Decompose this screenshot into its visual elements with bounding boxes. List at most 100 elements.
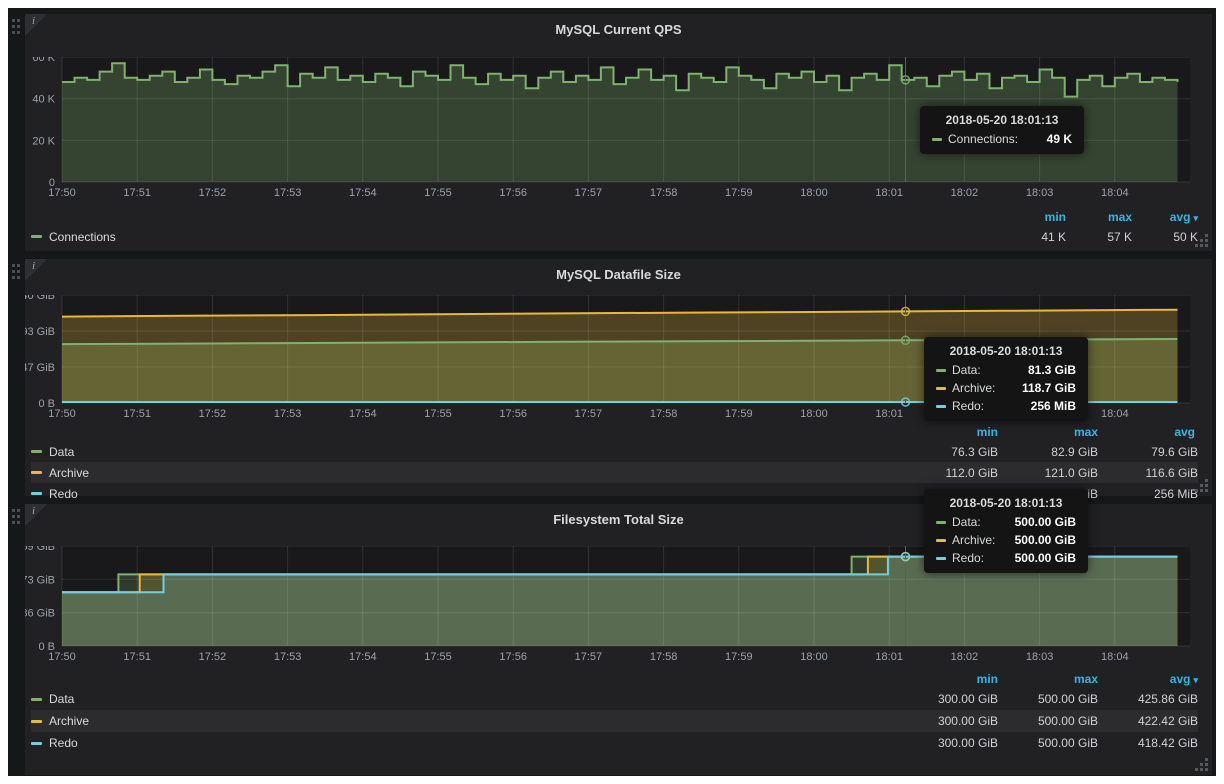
stat-max: 500.00 GiB: [998, 736, 1098, 750]
panel-title[interactable]: MySQL Current QPS: [25, 20, 1212, 40]
legend: min max avg▾ Connections 41 K 57 K 50 K: [25, 208, 1212, 247]
x-tick-label: 17:58: [650, 651, 678, 663]
stat-min: 300.00 GiB: [898, 692, 998, 706]
stat-max: 500.00 GiB: [998, 714, 1098, 728]
x-tick-label: 17:59: [725, 187, 753, 199]
x-tick-label: 17:56: [499, 408, 527, 420]
panel-resize-handle[interactable]: [1205, 489, 1208, 492]
series-label-connections[interactable]: Connections: [49, 230, 116, 244]
legend-row-data: Data 76.3 GiB 82.9 GiB 79.6 GiB: [31, 441, 1198, 462]
series-label-archive[interactable]: Archive: [49, 714, 89, 728]
panel-resize-handle[interactable]: [1205, 244, 1208, 247]
stat-max: 500.00 GiB: [998, 692, 1098, 706]
legend-sort-max[interactable]: max: [1066, 210, 1132, 224]
tooltip-row: Redo: 256 MiB: [936, 399, 1076, 413]
tooltip-timestamp: 2018-05-20 18:01:13: [936, 344, 1076, 358]
panel-info-corner[interactable]: [25, 504, 47, 526]
x-tick-label: 17:57: [575, 408, 603, 420]
info-icon[interactable]: i: [32, 260, 35, 272]
x-tick-label: 18:00: [800, 651, 828, 663]
x-tick-label: 17:54: [349, 408, 377, 420]
series-color-dash-icon: [936, 405, 946, 408]
y-tick-label: 93 GiB: [25, 326, 55, 338]
legend-sort-max[interactable]: max: [998, 672, 1098, 686]
series-color-dash-icon: [936, 539, 946, 542]
series-color-dash-icon[interactable]: [31, 720, 42, 723]
legend-sort-max[interactable]: max: [998, 425, 1098, 439]
tooltip-row: Redo: 500.00 GiB: [936, 551, 1076, 565]
row-drag-handle[interactable]: [12, 19, 15, 22]
tooltip-series-value: 49 K: [1030, 132, 1072, 146]
stat-min: 76.3 GiB: [898, 445, 998, 459]
info-icon[interactable]: i: [32, 505, 35, 517]
tooltip-timestamp: 2018-05-20 18:01:13: [932, 113, 1072, 127]
y-tick-label: 559 GiB: [25, 546, 55, 553]
legend-sort-min[interactable]: min: [898, 425, 998, 439]
series-label-data[interactable]: Data: [49, 692, 74, 706]
tooltip-series-label: Data:: [952, 363, 981, 377]
legend-sort-min[interactable]: min: [1000, 210, 1066, 224]
tooltip-timestamp: 2018-05-20 18:01:13: [936, 496, 1076, 510]
y-tick-label: 186 GiB: [25, 608, 55, 620]
legend-row-data: Data 300.00 GiB 500.00 GiB 425.86 GiB: [31, 688, 1198, 710]
panel-resize-handle[interactable]: [1205, 768, 1208, 771]
avg-label: avg: [1170, 672, 1191, 686]
series-label-archive[interactable]: Archive: [49, 466, 89, 480]
x-tick-label: 17:54: [349, 651, 377, 663]
x-tick-label: 17:57: [575, 187, 603, 199]
spacer: [25, 285, 1212, 295]
x-tick-label: 17:52: [199, 187, 227, 199]
series-color-dash-icon[interactable]: [31, 235, 42, 238]
stat-avg: 79.6 GiB: [1098, 445, 1198, 459]
series-color-dash-icon[interactable]: [31, 492, 42, 495]
legend-sort-min[interactable]: min: [898, 672, 998, 686]
series-color-dash-icon[interactable]: [31, 698, 42, 701]
x-tick-label: 17:55: [424, 408, 452, 420]
series-color-dash-icon[interactable]: [31, 471, 42, 474]
tooltip-row: Data: 81.3 GiB: [936, 363, 1076, 377]
row-drag-handle[interactable]: [12, 264, 15, 267]
y-tick-label: 47 GiB: [25, 362, 55, 374]
y-tick-label: 60 K: [32, 57, 55, 64]
legend: min max avg▾ Data 300.00 GiB 500.00 GiB …: [25, 670, 1212, 754]
legend-sort-avg[interactable]: avg: [1098, 425, 1198, 439]
spacer: [25, 40, 1212, 57]
tooltip-series-label: Archive:: [952, 381, 995, 395]
stat-avg: 50 K: [1132, 230, 1198, 244]
x-tick-label: 17:50: [48, 187, 76, 199]
x-tick-label: 18:04: [1101, 408, 1129, 420]
panel-info-corner[interactable]: [25, 14, 47, 36]
x-tick-label: 17:51: [123, 408, 151, 420]
panel-title[interactable]: MySQL Datafile Size: [25, 265, 1212, 285]
legend-sort-avg[interactable]: avg▾: [1132, 210, 1198, 224]
x-tick-label: 17:52: [199, 651, 227, 663]
x-tick-label: 17:50: [48, 408, 76, 420]
series-label-redo[interactable]: Redo: [49, 736, 78, 750]
stat-min: 300.00 GiB: [898, 736, 998, 750]
row-drag-handle[interactable]: [12, 509, 15, 512]
stat-max: 82.9 GiB: [998, 445, 1098, 459]
x-tick-label: 18:04: [1101, 187, 1129, 199]
x-tick-label: 17:56: [499, 651, 527, 663]
info-icon[interactable]: i: [32, 15, 35, 27]
legend-sort-avg[interactable]: avg▾: [1098, 672, 1198, 686]
panel-info-corner[interactable]: [25, 259, 47, 281]
series-color-dash-icon[interactable]: [31, 450, 42, 453]
tooltip-filesystem-size: 2018-05-20 18:01:13 Data: 500.00 GiB Arc…: [924, 489, 1088, 573]
x-tick-label: 18:04: [1101, 651, 1129, 663]
series-color-dash-icon[interactable]: [31, 742, 42, 745]
x-tick-label: 17:55: [424, 651, 452, 663]
stat-avg: 116.6 GiB: [1098, 466, 1198, 480]
x-tick-label: 17:53: [274, 408, 302, 420]
tooltip-series-value: 81.3 GiB: [993, 363, 1076, 377]
x-tick-label: 18:02: [951, 187, 979, 199]
legend-header: min max avg: [31, 423, 1198, 441]
series-label-redo[interactable]: Redo: [49, 487, 78, 501]
series-label-data[interactable]: Data: [49, 445, 74, 459]
tooltip-series-value: 256 MiB: [996, 399, 1076, 413]
x-tick-label: 17:59: [725, 408, 753, 420]
x-tick-label: 17:54: [349, 187, 377, 199]
x-tick-label: 18:01: [875, 651, 903, 663]
x-tick-label: 18:00: [800, 408, 828, 420]
series-color-dash-icon: [936, 521, 946, 524]
